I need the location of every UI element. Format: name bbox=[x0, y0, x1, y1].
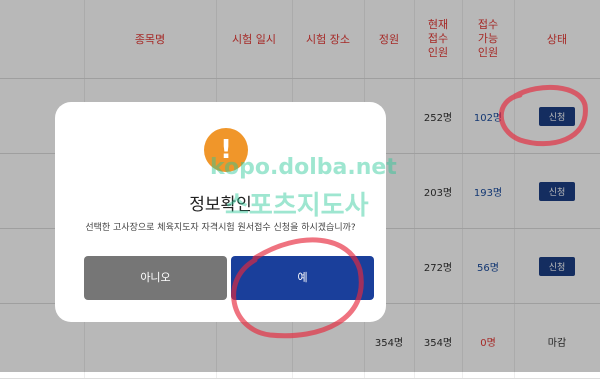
yes-button[interactable]: 예 bbox=[231, 256, 374, 300]
watermark-url: kopo.dolba.net bbox=[210, 155, 397, 180]
no-button[interactable]: 아니오 bbox=[84, 256, 227, 300]
watermark-text: 스포츠지도사 bbox=[225, 191, 369, 221]
